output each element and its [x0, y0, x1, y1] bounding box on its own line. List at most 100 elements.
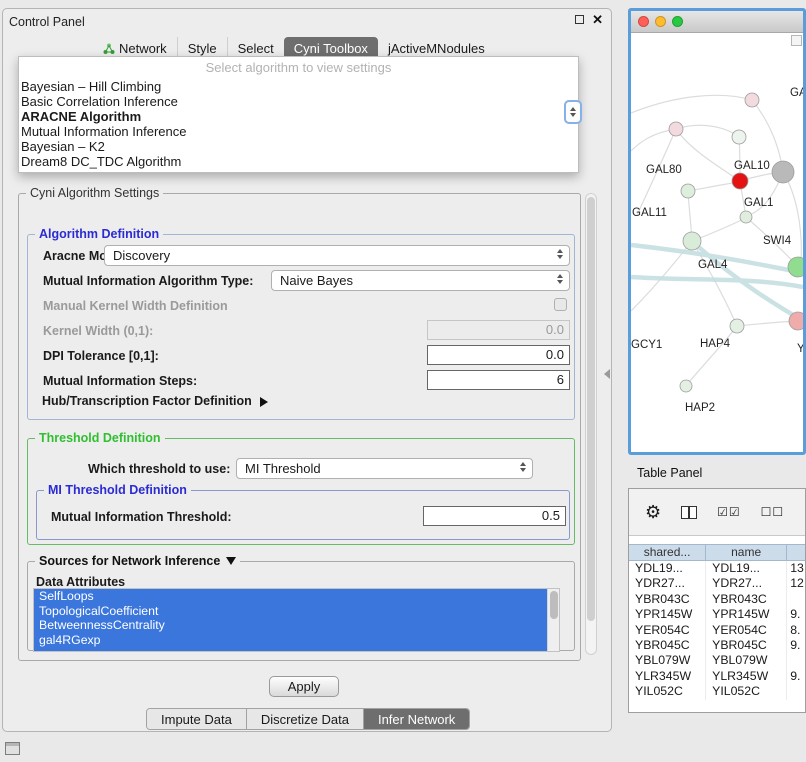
kernel-width-field[interactable]: 0.0 [427, 320, 570, 340]
sources-group: Sources for Network Inference Data Attri… [27, 561, 575, 651]
tab-infer-network[interactable]: Infer Network [363, 709, 469, 729]
table-toolbar: ⚙ ☑☑ ☐☐ [629, 489, 805, 536]
dropdown-item[interactable]: Basic Correlation Inference [19, 94, 578, 109]
network-node[interactable] [788, 257, 803, 277]
table-row[interactable]: YDL19...YDL19...13 [629, 561, 805, 576]
table-row[interactable]: YBR043CYBR043C [629, 592, 805, 607]
column-header-shared[interactable]: shared... [629, 545, 706, 560]
columns-icon[interactable] [681, 506, 697, 519]
network-node[interactable] [681, 184, 695, 198]
sources-toggle[interactable]: Sources for Network Inference [35, 554, 240, 568]
zoom-traffic-icon[interactable] [672, 16, 683, 27]
checked-boxes-icon[interactable]: ☑☑ [717, 505, 741, 519]
network-node-label: HAP4 [700, 338, 731, 350]
close-window-icon[interactable]: ✕ [592, 13, 603, 26]
table-cell [787, 684, 805, 699]
unchecked-boxes-icon[interactable]: ☐☐ [761, 505, 785, 519]
network-graph[interactable]: GAL80GAL10GAL1GAL11SWI4GAL4GCY1HAP4HAP2G… [631, 33, 803, 452]
collapsed-panel-icon[interactable] [5, 742, 20, 755]
attribute-list-item[interactable]: gal4RGexp [34, 633, 549, 648]
mi-threshold-label: Mutual Information Threshold: [51, 510, 232, 524]
table-row[interactable]: YPR145WYPR145W9. [629, 607, 805, 622]
tab-discretize-data[interactable]: Discretize Data [246, 709, 363, 729]
mi-threshold-group: MI Threshold Definition Mutual Informati… [36, 490, 570, 540]
dropdown-item[interactable]: ARACNE Algorithm [19, 109, 578, 124]
network-node[interactable] [680, 380, 692, 392]
mi-threshold-title: MI Threshold Definition [44, 483, 191, 497]
network-view-window: GAL80GAL10GAL1GAL11SWI4GAL4GCY1HAP4HAP2G… [628, 8, 806, 455]
network-window-titlebar[interactable] [631, 11, 803, 33]
network-node[interactable] [669, 122, 683, 136]
dropdown-item[interactable]: Mutual Information Inference [19, 124, 578, 139]
table-cell: YLR345W [706, 669, 787, 684]
tab-impute-data[interactable]: Impute Data [147, 709, 246, 729]
hub-definition-toggle[interactable]: Hub/Transcription Factor Definition [42, 394, 268, 408]
panel-collapse-icon[interactable] [604, 369, 610, 379]
table-cell: YBR045C [706, 638, 787, 653]
dropdown-item[interactable]: Bayesian – Hill Climbing [19, 79, 578, 94]
data-attributes-list: SelfLoopsTopologicalCoefficientBetweenne… [33, 588, 560, 652]
attribute-list-item[interactable]: SelfLoops [34, 589, 549, 604]
list-scrollbar[interactable] [547, 589, 559, 651]
mi-type-select[interactable]: Naive Bayes [271, 270, 570, 291]
table-panel-window: ⚙ ☑☑ ☐☐ shared... name YDL19...YDL19...1… [628, 488, 806, 713]
table-cell: YIL052C [629, 684, 706, 699]
table-cell: YDL19... [706, 561, 787, 576]
minimize-traffic-icon[interactable] [655, 16, 666, 27]
network-node-label: Y [797, 343, 803, 355]
column-header-extra[interactable] [787, 545, 805, 560]
table-cell: YDR27... [706, 576, 787, 591]
table-cell: YDR27... [629, 576, 706, 591]
network-node[interactable] [732, 130, 746, 144]
collapse-down-icon [226, 557, 236, 565]
network-thick-edges [631, 241, 803, 321]
mi-type-value: Naive Bayes [280, 273, 353, 288]
network-node-label: SWI4 [763, 235, 792, 247]
which-threshold-select[interactable]: MI Threshold [236, 458, 533, 479]
network-node[interactable] [772, 161, 794, 183]
table-cell [787, 653, 805, 668]
restore-window-icon[interactable] [575, 15, 584, 24]
network-node[interactable] [745, 93, 759, 107]
apply-button[interactable]: Apply [269, 676, 339, 697]
mi-threshold-field[interactable]: 0.5 [423, 506, 566, 526]
threshold-definition-group: Threshold Definition Which threshold to … [27, 438, 575, 545]
attr-items: SelfLoopsTopologicalCoefficientBetweenne… [34, 589, 559, 647]
mi-steps-field[interactable]: 6 [427, 370, 570, 390]
control-panel-title: Control Panel [9, 15, 85, 29]
table-row[interactable]: YBR045CYBR045C9. [629, 638, 805, 653]
dropdown-item[interactable]: Dream8 DC_TDC Algorithm [19, 154, 578, 169]
manual-kernel-checkbox[interactable] [554, 298, 567, 311]
network-node[interactable] [789, 312, 803, 330]
table-row[interactable]: YDR27...YDR27...12 [629, 576, 805, 591]
table-row[interactable]: YIL052CYIL052C [629, 684, 805, 699]
attribute-list-item[interactable]: BetweennessCentrality [34, 618, 549, 633]
settings-scrollbar[interactable] [585, 193, 597, 655]
column-header-name[interactable]: name [706, 545, 787, 560]
table-row[interactable]: YBL079WYBL079W [629, 653, 805, 668]
close-traffic-icon[interactable] [638, 16, 649, 27]
dpi-tolerance-field[interactable]: 0.0 [427, 345, 570, 365]
network-node[interactable] [683, 232, 701, 250]
network-node[interactable] [740, 211, 752, 223]
network-node[interactable] [732, 173, 748, 189]
table-cell: YER054C [629, 623, 706, 638]
algorithm-dropdown-list: Bayesian – Hill ClimbingBasic Correlatio… [19, 79, 578, 169]
table-rows: YDL19...YDL19...13YDR27...YDR27...12YBR0… [629, 561, 805, 700]
aracne-mode-select[interactable]: Discovery [104, 245, 570, 266]
attribute-list-item[interactable]: TopologicalCoefficient [34, 604, 549, 619]
aracne-mode-value: Discovery [113, 248, 170, 263]
table-row[interactable]: YER054CYER054C8. [629, 623, 805, 638]
table-cell: YPR145W [706, 607, 787, 622]
network-node-label: GAL1 [744, 197, 773, 209]
combo-stepper-icon[interactable] [564, 100, 582, 124]
table-row[interactable]: YLR345WYLR345W9. [629, 669, 805, 684]
which-threshold-value: MI Threshold [245, 461, 321, 476]
dropdown-item[interactable]: Bayesian – K2 [19, 139, 578, 154]
kernel-width-label: Kernel Width (0,1): [43, 324, 153, 338]
control-panel-window: Control Panel ✕ Network Style Select Cyn… [2, 8, 612, 732]
chevron-updown-icon [557, 249, 563, 259]
tab-network-label: Network [119, 41, 167, 56]
network-node[interactable] [730, 319, 744, 333]
gear-icon[interactable]: ⚙ [645, 503, 661, 521]
